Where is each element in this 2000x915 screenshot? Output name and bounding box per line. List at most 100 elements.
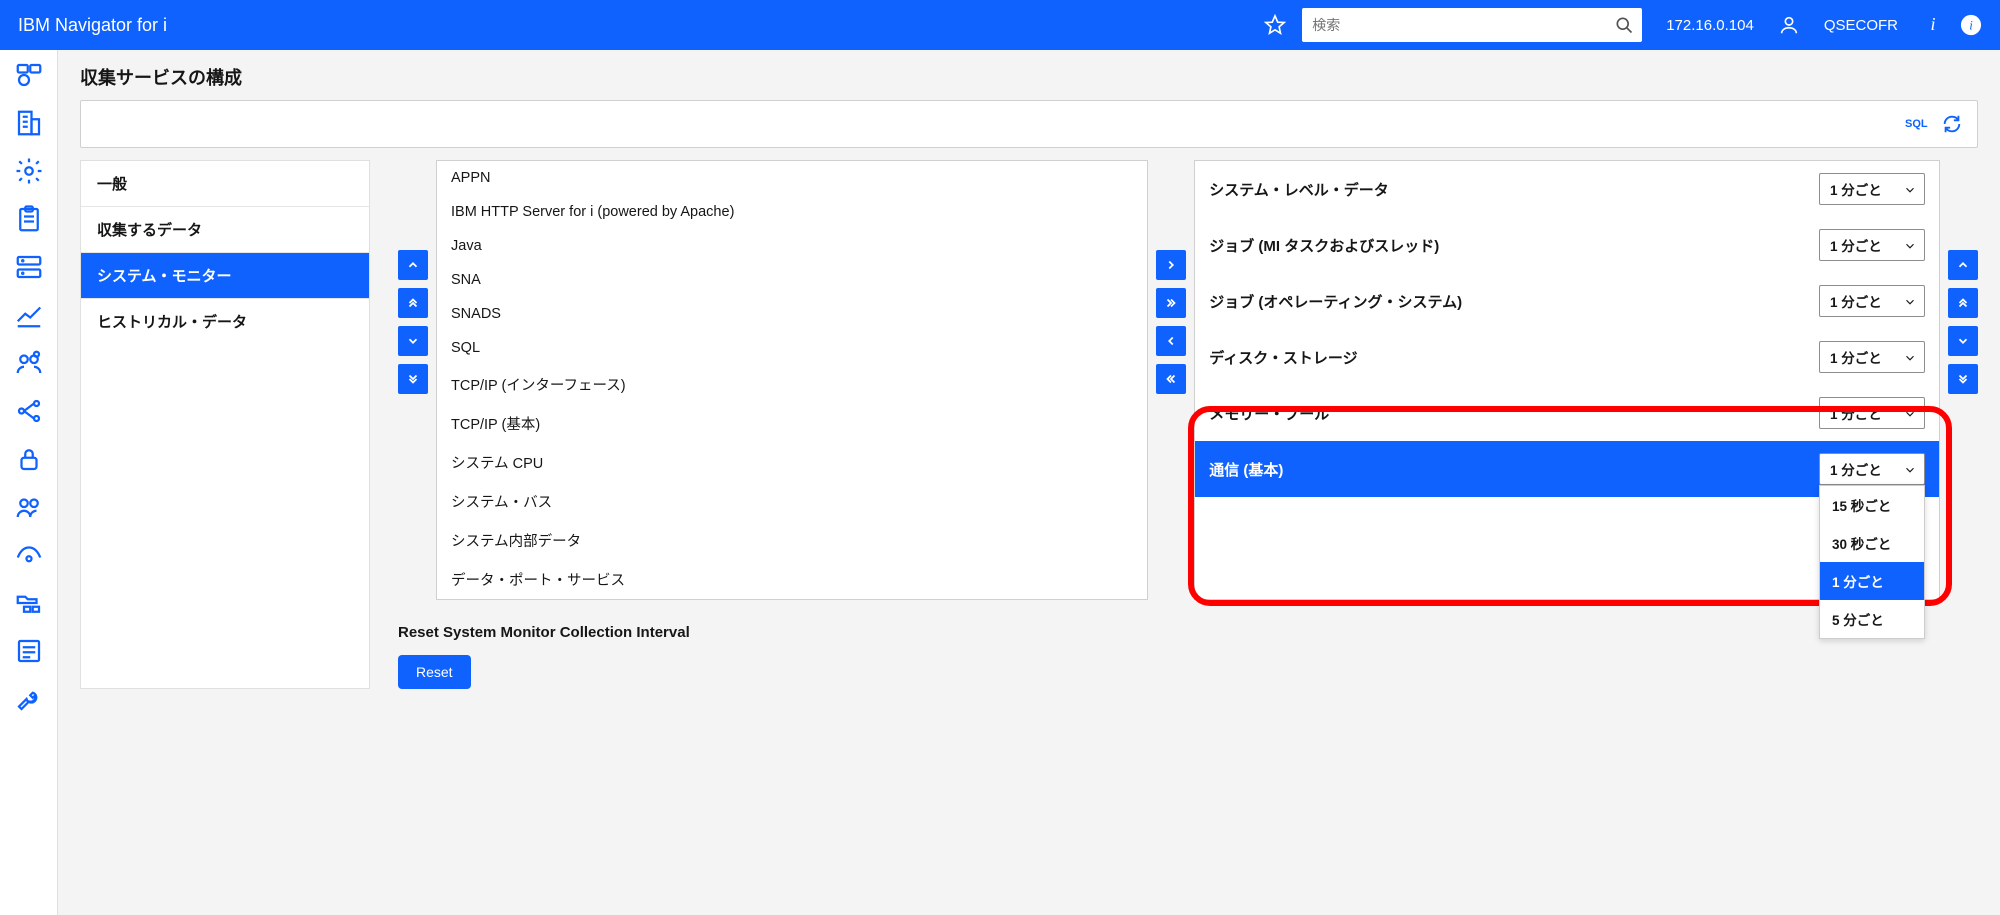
list-item[interactable]: システム内部データ [437, 521, 1147, 560]
interval-dropdown[interactable]: 1 分ごと [1819, 285, 1925, 317]
search-input[interactable] [1312, 17, 1606, 33]
right-move-up-button[interactable] [1948, 250, 1978, 280]
list-item[interactable]: APPN [437, 161, 1147, 195]
rail-building-icon[interactable] [14, 108, 44, 138]
list-item[interactable]: SNADS [437, 297, 1147, 331]
ibm-logo-icon: i [1960, 14, 1982, 36]
remove-button[interactable] [1156, 326, 1186, 356]
page-title: 収集サービスの構成 [80, 64, 1978, 90]
category-label: ジョブ (MI タスクおよびスレッド) [1209, 235, 1439, 256]
move-up-button[interactable] [398, 250, 428, 280]
username[interactable]: QSECOFR [1816, 17, 1906, 34]
category-row[interactable]: ジョブ (オペレーティング・システム) 1 分ごと [1195, 273, 1939, 329]
transfer-buttons [1156, 160, 1186, 600]
right-move-bottom-button[interactable] [1948, 364, 1978, 394]
side-tabs: 一般収集するデータシステム・モニターヒストリカル・データ [80, 160, 370, 689]
rail-monitor-icon[interactable] [14, 540, 44, 570]
list-item[interactable]: Java [437, 229, 1147, 263]
app-title: IBM Navigator for i [18, 15, 167, 36]
rail-chart-icon[interactable] [14, 300, 44, 330]
dropdown-option[interactable]: 5 分ごと [1820, 600, 1924, 638]
rail-users-gear-icon[interactable] [14, 348, 44, 378]
dropdown-value: 1 分ごと [1830, 347, 1882, 367]
dropdown-option[interactable]: 30 秒ごと [1820, 524, 1924, 562]
svg-text:i: i [1969, 19, 1973, 33]
category-label: システム・レベル・データ [1209, 179, 1389, 200]
rail-network-icon[interactable] [14, 396, 44, 426]
list-item[interactable]: TCP/IP (基本) [437, 404, 1147, 443]
selected-categories-panel: システム・レベル・データ1 分ごとジョブ (MI タスクおよびスレッド)1 分ご… [1194, 160, 1940, 600]
category-row[interactable]: メモリー・プール 1 分ごと [1195, 385, 1939, 441]
category-row[interactable]: ジョブ (MI タスクおよびスレッド) 1 分ごと [1195, 217, 1939, 273]
dropdown-value: 1 分ごと [1830, 179, 1882, 199]
dropdown-option[interactable]: 15 秒ごと [1820, 486, 1924, 524]
top-bar: IBM Navigator for i 172.16.0.104 QSECOFR… [0, 0, 2000, 50]
left-rail [0, 50, 58, 915]
category-row[interactable]: 通信 (基本) 1 分ごと15 秒ごと30 秒ごと1 分ごと5 分ごと [1195, 441, 1939, 497]
rail-lock-icon[interactable] [14, 444, 44, 474]
interval-dropdown[interactable]: 1 分ごと [1819, 341, 1925, 373]
refresh-icon[interactable] [1941, 113, 1963, 135]
search-icon[interactable] [1614, 15, 1634, 35]
reset-section-title: Reset System Monitor Collection Interval [398, 624, 1978, 641]
rail-gear-icon[interactable] [14, 156, 44, 186]
dropdown-option[interactable]: 1 分ごと [1820, 562, 1924, 600]
left-shuttle-buttons [398, 160, 428, 600]
side-tab[interactable]: 一般 [81, 161, 369, 207]
favorite-icon[interactable] [1264, 14, 1286, 36]
interval-dropdown[interactable]: 1 分ごと [1819, 229, 1925, 261]
category-label: ジョブ (オペレーティング・システム) [1209, 291, 1462, 312]
rail-users-icon[interactable] [14, 492, 44, 522]
side-tab[interactable]: ヒストリカル・データ [81, 299, 369, 344]
list-item[interactable]: データ・ポート・サービス [437, 560, 1147, 599]
list-item[interactable]: ネットワーク・サーバー [437, 599, 1147, 600]
rail-wrench-icon[interactable] [14, 684, 44, 714]
sql-icon[interactable]: SQL [1905, 113, 1927, 135]
list-item[interactable]: システム・バス [437, 482, 1147, 521]
category-label: 通信 (基本) [1209, 459, 1283, 480]
remove-all-button[interactable] [1156, 364, 1186, 394]
info-icon[interactable]: i [1922, 14, 1944, 36]
rail-server-icon[interactable] [14, 252, 44, 282]
available-categories-list[interactable]: APPNIBM HTTP Server for i (powered by Ap… [436, 160, 1148, 600]
chevron-down-icon [1903, 239, 1917, 253]
dropdown-value: 1 分ごと [1830, 291, 1882, 311]
right-move-top-button[interactable] [1948, 288, 1978, 318]
side-tab[interactable]: システム・モニター [81, 253, 369, 299]
chevron-down-icon [1903, 463, 1917, 477]
category-row[interactable]: ディスク・ストレージ1 分ごと [1195, 329, 1939, 385]
list-item[interactable]: SNA [437, 263, 1147, 297]
move-top-button[interactable] [398, 288, 428, 318]
move-bottom-button[interactable] [398, 364, 428, 394]
move-down-button[interactable] [398, 326, 428, 356]
rail-folder-tree-icon[interactable] [14, 588, 44, 618]
chevron-down-icon [1903, 295, 1917, 309]
reset-section: Reset System Monitor Collection Interval… [398, 624, 1978, 689]
right-move-down-button[interactable] [1948, 326, 1978, 356]
category-label: メモリー・プール [1209, 403, 1329, 424]
reset-button[interactable]: Reset [398, 655, 471, 689]
chevron-down-icon [1903, 407, 1917, 421]
rail-list-icon[interactable] [14, 636, 44, 666]
list-item[interactable]: システム CPU [437, 443, 1147, 482]
rail-clipboard-icon[interactable] [14, 204, 44, 234]
side-tab[interactable]: 収集するデータ [81, 207, 369, 253]
rail-dashboard-icon[interactable] [14, 60, 44, 90]
list-item[interactable]: SQL [437, 331, 1147, 365]
list-item[interactable]: IBM HTTP Server for i (powered by Apache… [437, 195, 1147, 229]
add-all-button[interactable] [1156, 288, 1186, 318]
interval-dropdown[interactable]: 1 分ごと [1819, 173, 1925, 205]
user-icon[interactable] [1778, 14, 1800, 36]
search-input-wrap[interactable] [1302, 8, 1642, 42]
ip-address[interactable]: 172.16.0.104 [1658, 17, 1762, 34]
interval-dropdown[interactable]: 1 分ごと15 秒ごと30 秒ごと1 分ごと5 分ごと [1819, 453, 1925, 485]
category-row[interactable]: システム・レベル・データ 1 分ごと [1195, 161, 1939, 217]
dropdown-menu: 15 秒ごと30 秒ごと1 分ごと5 分ごと [1819, 485, 1925, 639]
list-item[interactable]: TCP/IP (インターフェース) [437, 365, 1147, 404]
action-bar: SQL [80, 100, 1978, 148]
dropdown-value: 1 分ごと [1830, 459, 1882, 479]
add-button[interactable] [1156, 250, 1186, 280]
right-shuttle-buttons [1948, 160, 1978, 600]
interval-dropdown[interactable]: 1 分ごと [1819, 397, 1925, 429]
selected-categories-list[interactable]: システム・レベル・データ1 分ごとジョブ (MI タスクおよびスレッド)1 分ご… [1194, 160, 1940, 600]
